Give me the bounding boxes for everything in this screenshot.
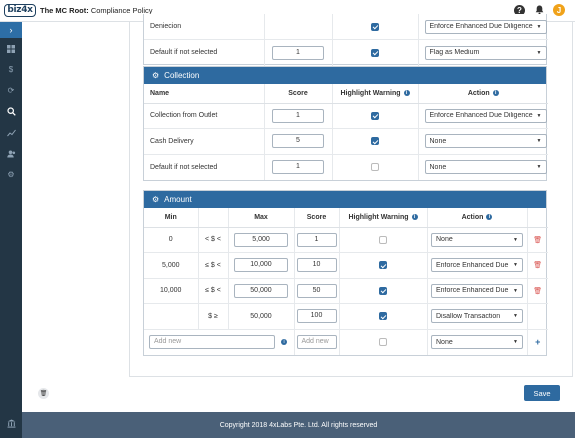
dollar-icon[interactable]: $ [0,59,22,80]
action-select[interactable]: Enforce Enhanced Due Diligence ▼ [424,19,547,34]
score-input[interactable]: 5 [272,134,324,149]
col-max-header: Max [228,208,295,228]
score-input[interactable]: 1 [296,232,337,247]
highlight-checkbox[interactable] [379,338,387,346]
col-highlight-header: Highlight Warning i [332,84,419,104]
amount-card: ⚙ Amount Min Max Score Highlight Warning i… [143,190,548,356]
sidebar-toggle-chevron-icon[interactable]: › [0,22,22,38]
highlight-checkbox[interactable] [371,22,379,31]
range-operator: ≤ $ < [198,278,229,304]
settings-gear-icon[interactable]: ⚙ [0,164,22,185]
amount-header: ⚙ Amount [144,191,546,208]
row-name: Default if not selected [144,39,265,66]
max-input[interactable]: 10,000 [234,258,288,273]
add-new-score-input[interactable]: Add new [296,335,337,349]
max-input[interactable]: 50,000 [234,283,288,298]
table-row: Cash Delivery 5 None ▼ [144,128,548,155]
col-name-header: Name [144,84,265,104]
trash-icon[interactable]: 🗑 [533,262,542,269]
action-select[interactable]: Flag as Medium ▼ [424,45,547,60]
highlight-checkbox[interactable] [379,286,387,295]
main-content: Deniecion Enforce Enhanced Due Diligence… [22,14,575,412]
user-avatar[interactable]: J [553,4,565,16]
page-title: The MC Root: Compliance Policy [40,6,153,15]
score-input[interactable]: 1 [272,160,324,174]
save-button[interactable]: Save [524,385,560,401]
delete-policy-trash-icon[interactable]: 🗑 [38,388,49,399]
dashboard-icon[interactable] [0,38,22,59]
col-action-header: Action i [427,208,528,228]
action-select[interactable]: Enforce Enhanced Due D ▼ [431,283,523,298]
collection-header: ⚙ Collection [144,67,546,84]
trash-icon[interactable]: 🗑 [533,237,542,244]
action-select[interactable]: None ▼ [431,232,523,247]
add-new-max-input[interactable]: Add new [149,335,275,349]
add-new-row: Add new i Add new None ▼ + [144,329,548,355]
page-footer: Copyright 2018 4xLabs Pte. Ltd. All righ… [22,412,575,438]
copyright-text: Copyright 2018 4xLabs Pte. Ltd. All righ… [219,421,378,429]
exchange-icon[interactable]: ⟳ [0,80,22,101]
row-name: Cash Delivery [144,128,265,155]
action-select[interactable]: Enforce Enhanced Due D ▼ [431,258,523,273]
table-row: Default if not selected 1 None ▼ [144,154,548,180]
max-input[interactable]: 5,000 [234,232,288,247]
col-score-header: Score [264,84,333,104]
highlight-checkbox[interactable] [379,235,387,244]
gear-icon: ⚙ [152,71,160,80]
score-input[interactable]: 1 [272,108,324,123]
range-operator: $ ≥ [198,303,229,330]
info-icon[interactable]: i [411,213,418,220]
table-row: 5,000 ≤ $ < 10,000 10 Enforce Enhanced D… [144,252,548,279]
info-icon[interactable]: i [486,213,493,220]
highlight-checkbox[interactable] [371,163,379,171]
row-name: Collection from Outlet [144,103,265,129]
action-select[interactable]: Disallow Transaction ▼ [431,309,523,324]
range-operator: ≤ $ < [198,252,229,279]
score-input[interactable]: 50 [296,283,337,298]
action-select[interactable]: None ▼ [424,134,547,149]
info-icon[interactable]: i [281,339,287,345]
chart-icon[interactable] [0,122,22,143]
app-logo[interactable]: biz4x [0,0,40,22]
prior-section-card: Deniecion Enforce Enhanced Due Diligence… [143,14,548,66]
table-row: $ ≥ 50,000 100 Disallow Transaction ▼ [144,303,548,330]
min-value: 0 [144,227,199,253]
min-value [144,303,199,330]
highlight-checkbox[interactable] [371,48,379,57]
row-name: Deniecion [144,14,265,40]
table-row: 10,000 ≤ $ < 50,000 50 Enforce Enhanced … [144,278,548,304]
collection-card: ⚙ Collection Name Score Highlight Warning… [143,66,548,181]
col-action-header: Action i [418,84,548,104]
info-icon[interactable]: i [492,89,499,96]
col-highlight-header: Highlight Warning i [339,208,428,228]
highlight-checkbox[interactable] [379,312,387,321]
sidebar: › $ ⟳ ⚙ [0,22,22,438]
action-select[interactable]: None ▼ [431,335,523,349]
trash-icon[interactable]: 🗑 [533,288,542,295]
highlight-checkbox[interactable] [371,137,379,146]
col-score-header: Score [294,208,340,228]
action-select[interactable]: Enforce Enhanced Due Diligence ▼ [424,108,547,123]
table-row: 0 < $ < 5,000 1 None ▼ 🗑 [144,227,548,253]
highlight-checkbox[interactable] [371,111,379,120]
search-icon[interactable] [0,101,22,122]
score-input[interactable]: 10 [296,258,337,273]
min-value: 5,000 [144,252,199,279]
min-value: 10,000 [144,278,199,304]
highlight-checkbox[interactable] [379,261,387,270]
add-row-plus-icon[interactable]: + [535,337,540,347]
max-value: 50,000 [228,303,295,330]
col-min-header: Min [144,208,199,228]
score-input[interactable]: 1 [272,45,324,60]
info-icon[interactable]: i [403,89,410,96]
row-name: Default if not selected [144,154,265,180]
action-select[interactable]: None ▼ [424,160,547,174]
table-row: Collection from Outlet 1 Enforce Enhance… [144,103,548,129]
gear-icon: ⚙ [152,195,160,204]
users-icon[interactable] [0,143,22,164]
score-input[interactable]: 100 [296,309,337,324]
range-operator: < $ < [198,227,229,253]
bank-icon[interactable] [0,419,22,428]
